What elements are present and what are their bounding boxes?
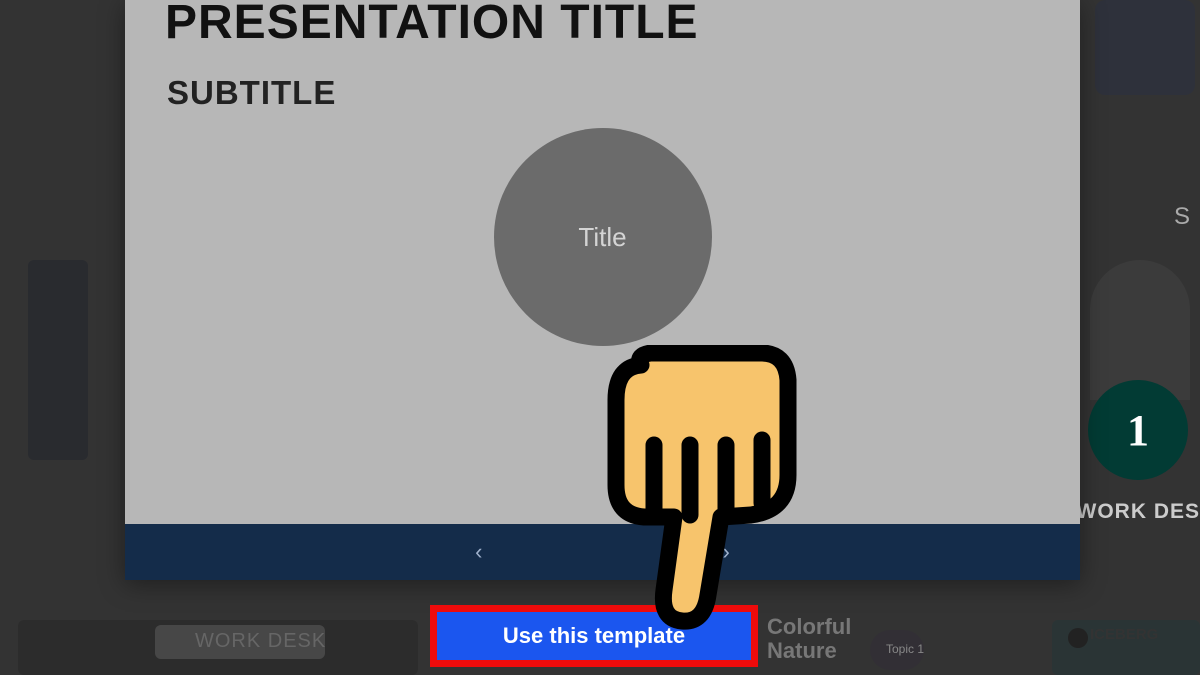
slide-circle-placeholder: Title: [494, 128, 712, 346]
background-iceberg-label: ICEBERG: [1090, 626, 1158, 643]
background-topic-label: Topic 1: [886, 642, 924, 656]
background-colorful-nature-label: ColorfulNature: [767, 615, 851, 663]
next-slide-button[interactable]: ›: [723, 539, 730, 565]
background-iceberg-icon: [1068, 628, 1088, 648]
slide-nav-bar: ‹ ›: [125, 524, 1080, 580]
slide-subtitle: SUBTITLE: [167, 74, 1040, 112]
template-preview-modal: PRESENTATION TITLE SUBTITLE Title ‹ ›: [125, 0, 1080, 580]
background-workdes-label: WORK DES: [1077, 500, 1200, 524]
background-s-crop: S: [1174, 203, 1190, 231]
use-this-template-button[interactable]: Use this template: [437, 612, 751, 660]
use-template-highlight: Use this template: [430, 605, 758, 667]
slide-title: PRESENTATION TITLE: [165, 0, 1040, 50]
background-number-badge: 1: [1088, 380, 1188, 480]
background-workdesk-label: WORK DESK: [195, 630, 326, 653]
prev-slide-button[interactable]: ‹: [475, 539, 482, 565]
slide-preview: PRESENTATION TITLE SUBTITLE Title: [125, 0, 1080, 524]
